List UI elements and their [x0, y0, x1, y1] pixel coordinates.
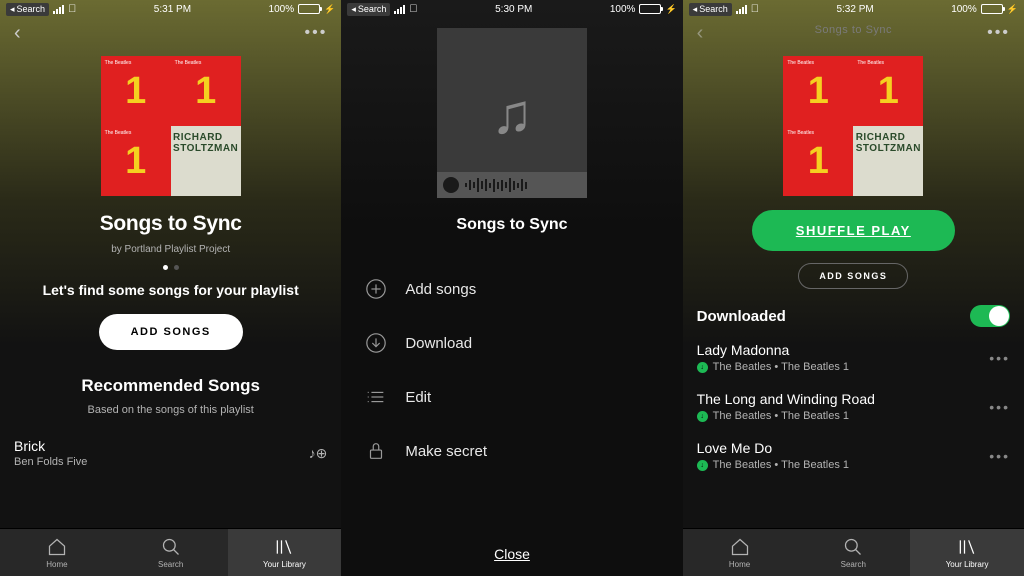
tab-bar: Home Search Your Library [0, 528, 341, 576]
recommended-song[interactable]: Brick Ben Folds Five ♪⊕ [0, 438, 341, 468]
find-songs-text: Let's find some songs for your playlist [43, 282, 299, 298]
track-artist: The Beatles • The Beatles 1 [713, 410, 849, 422]
track-row[interactable]: Love Me Do ↓The Beatles • The Beatles 1 … [683, 431, 1024, 480]
header-title: Songs to Sync [683, 24, 1024, 36]
battery-percent: 100% [951, 4, 977, 15]
tab-bar: Home Search Your Library [683, 528, 1024, 576]
downloaded-badge-icon: ↓ [697, 411, 708, 422]
library-icon [957, 537, 977, 557]
back-button[interactable]: ‹ [14, 22, 21, 45]
lock-icon [363, 438, 389, 464]
track-title: Lady Madonna [697, 342, 849, 358]
edit-list-icon [363, 384, 389, 410]
add-songs-button[interactable]: ADD SONGS [99, 314, 243, 350]
status-time: 5:32 PM [836, 4, 873, 15]
shuffle-play-button[interactable]: SHUFFLE PLAY [752, 210, 955, 251]
playlist-artwork: The Beatles1 The Beatles1 The Beatles1 R… [101, 56, 241, 196]
menu-artwork: ♫ [437, 28, 587, 198]
library-icon [274, 537, 294, 557]
status-back-search[interactable]: ◂ Search [689, 3, 732, 16]
more-button[interactable]: ••• [305, 24, 328, 42]
song-artist: Ben Folds Five [14, 456, 87, 468]
status-time: 5:30 PM [495, 4, 532, 15]
search-icon [161, 537, 181, 557]
track-title: Love Me Do [697, 440, 849, 456]
tab-library[interactable]: Your Library [910, 529, 1024, 576]
signal-icon [53, 5, 64, 14]
downloaded-label: Downloaded [697, 308, 786, 325]
search-icon [843, 537, 863, 557]
status-bar: ◂ Search 􀙇 5:32 PM 100% ⚡ [683, 0, 1024, 18]
status-back-search[interactable]: ◂ Search [6, 3, 49, 16]
menu-playlist-title: Songs to Sync [456, 216, 567, 234]
page-indicator [163, 265, 179, 270]
charging-icon: ⚡ [665, 4, 676, 15]
battery-icon [298, 4, 320, 14]
tab-home[interactable]: Home [0, 529, 114, 576]
battery-percent: 100% [610, 4, 636, 15]
charging-icon: ⚡ [1007, 4, 1018, 15]
menu-download[interactable]: Download [341, 316, 682, 370]
download-toggle[interactable] [970, 305, 1010, 327]
status-back-search[interactable]: ◂ Search [347, 3, 390, 16]
add-track-icon[interactable]: ♪⊕ [309, 445, 328, 462]
playlist-title: Songs to Sync [100, 212, 242, 236]
add-songs-button[interactable]: ADD SONGS [798, 263, 908, 289]
song-title: Brick [14, 438, 87, 454]
signal-icon [736, 5, 747, 14]
playlist-artwork: The Beatles1 The Beatles1 The Beatles1 R… [783, 56, 923, 196]
charging-icon: ⚡ [324, 4, 335, 15]
home-icon [47, 537, 67, 557]
status-time: 5:31 PM [154, 4, 191, 15]
status-bar: ◂ Search 􀙇 5:30 PM 100% ⚡ [341, 0, 682, 18]
signal-icon [394, 5, 405, 14]
track-row[interactable]: The Long and Winding Road ↓ The Beatles •… [683, 382, 1024, 431]
track-title: The Long and Winding Road [697, 391, 875, 407]
wifi-icon: 􀙇 [409, 3, 417, 15]
screen-playlist-full: ◂ Search 􀙇 5:32 PM 100% ⚡ ‹ ••• Songs to… [683, 0, 1024, 576]
playlist-author: by Portland Playlist Project [111, 244, 230, 255]
status-bar: ◂ Search 􀙇 5:31 PM 100% ⚡ [0, 0, 341, 18]
wifi-icon: 􀙇 [68, 3, 76, 15]
recommended-title: Recommended Songs [81, 376, 260, 396]
spotify-code[interactable] [437, 172, 587, 198]
downloaded-badge-icon: ↓ [697, 460, 708, 471]
track-row[interactable]: Lady Madonna ↓ The Beatles • The Beatles … [683, 333, 1024, 382]
track-artist: The Beatles • The Beatles 1 [713, 361, 849, 373]
wifi-icon: 􀙇 [751, 3, 759, 15]
battery-icon [981, 4, 1003, 14]
tab-search[interactable]: Search [114, 529, 228, 576]
track-more-button[interactable]: ••• [989, 350, 1010, 366]
battery-percent: 100% [269, 4, 295, 15]
home-icon [730, 537, 750, 557]
screen-context-menu: ◂ Search 􀙇 5:30 PM 100% ⚡ ♫ Songs to Syn… [341, 0, 682, 576]
menu-add-songs[interactable]: Add songs [341, 262, 682, 316]
recommended-subtitle: Based on the songs of this playlist [88, 404, 254, 416]
menu-edit[interactable]: Edit [341, 370, 682, 424]
downloaded-badge-icon: ↓ [697, 362, 708, 373]
menu-make-secret[interactable]: Make secret [341, 424, 682, 478]
track-artist: The Beatles • The Beatles 1 [713, 459, 849, 471]
download-icon [363, 330, 389, 356]
tab-home[interactable]: Home [683, 529, 797, 576]
tab-search[interactable]: Search [796, 529, 910, 576]
spotify-logo-icon [443, 177, 459, 193]
plus-circle-icon [363, 276, 389, 302]
screen-playlist-empty: ◂ Search 􀙇 5:31 PM 100% ⚡ ‹ ••• The Beat… [0, 0, 341, 576]
track-more-button[interactable]: ••• [989, 399, 1010, 415]
music-note-icon: ♫ [491, 81, 533, 146]
tab-library[interactable]: Your Library [228, 529, 342, 576]
track-more-button[interactable]: ••• [989, 448, 1010, 464]
battery-icon [639, 4, 661, 14]
close-button[interactable]: Close [341, 532, 682, 576]
